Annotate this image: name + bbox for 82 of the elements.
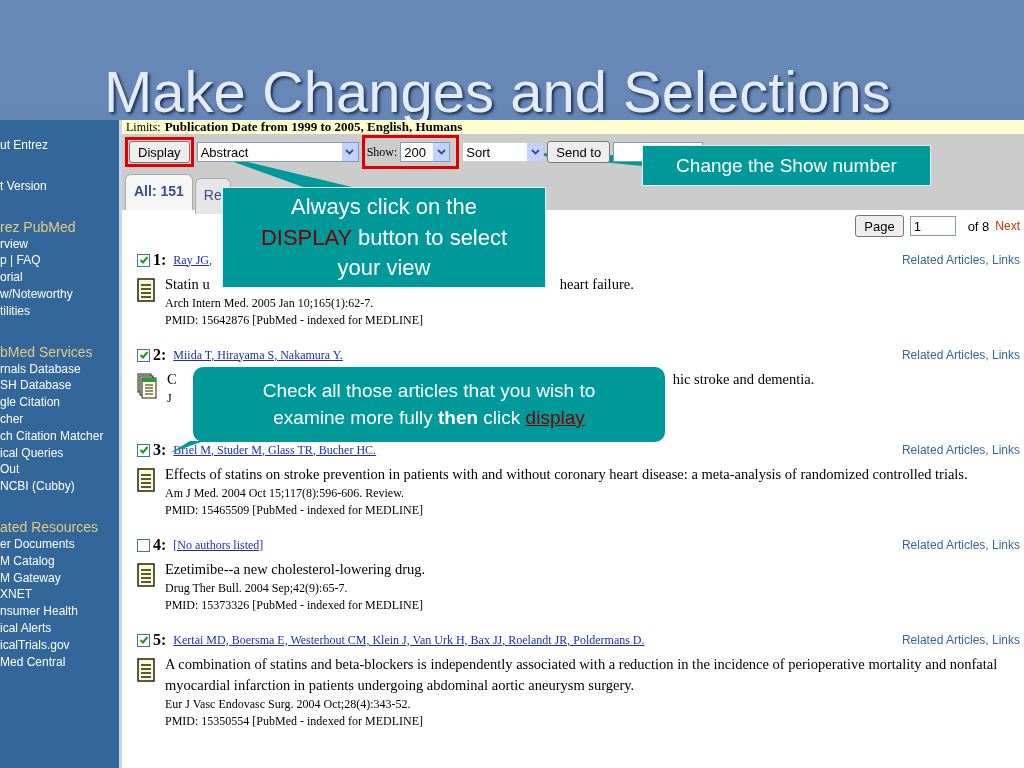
sidebar-link[interactable]: rnals Database: [0, 360, 119, 378]
journal-citation: Drug Ther Bull. 2004 Sep;42(9):65-7.: [165, 580, 348, 597]
related-articles-link[interactable]: Related Articles, Links: [901, 348, 1020, 362]
results-tab[interactable]: All: 151: [125, 174, 193, 210]
authors-link[interactable]: Ray JG,: [173, 252, 212, 268]
sidebar-link[interactable]: M Gateway: [0, 569, 119, 587]
page-count: of 8: [967, 218, 990, 234]
document-icon[interactable]: [137, 563, 155, 587]
sidebar-link[interactable]: ch Citation Matcher: [0, 427, 119, 445]
sort-dropdown[interactable]: Sort: [462, 142, 545, 162]
sidebar-link[interactable]: NCBI (Cubby): [0, 478, 119, 495]
show-dropdown[interactable]: 200: [400, 142, 451, 162]
authors-link[interactable]: Kertai MD, Boersma E, Westerhout CM, Klein J, Van Urk H, Bax JJ, Roelandt JR, Poldermans D.: [173, 632, 645, 648]
sidebar-link[interactable]: ical Queries: [0, 444, 119, 462]
journal-citation: Am J Med. 2004 Oct 15;117(8):596-606. Review.: [165, 485, 405, 502]
sidebar-link[interactable]: nsumer Health: [0, 603, 119, 620]
send-to-button[interactable]: Send to: [547, 141, 611, 163]
result-checkbox[interactable]: [137, 348, 150, 362]
article-title: Effects of statins on stroke prevention in patients with and without coronary heart disease: a meta-analysis of randomized controlled trials.: [165, 466, 968, 482]
sidebar-link[interactable]: gle Citation: [0, 394, 119, 411]
slide-title: Make Changes and Selections: [104, 62, 892, 122]
next-link[interactable]: Next: [995, 219, 1020, 233]
pmid-text: PMID: 15373326 [PubMed - indexed for MEDLINE]: [165, 597, 423, 614]
sidebar-link[interactable]: XNET: [0, 586, 119, 604]
result-number: 3:: [153, 441, 167, 459]
document-icon[interactable]: [137, 658, 155, 682]
sidebar-heading: bMed Services: [0, 343, 94, 361]
authors-link[interactable]: Miida T, Hirayama S, Nakamura Y.: [173, 347, 343, 363]
page-button[interactable]: Page: [855, 215, 904, 237]
format-dropdown[interactable]: Abstract: [196, 142, 359, 162]
related-articles-link[interactable]: Related Articles, Links: [901, 253, 1020, 267]
sidebar-link[interactable]: SH Database: [0, 377, 119, 395]
article-title: C: [167, 371, 177, 387]
limits-label: Limits:: [126, 119, 161, 135]
sidebar-link[interactable]: er Documents: [0, 535, 119, 553]
page-number-field[interactable]: 1: [909, 216, 956, 236]
article-title: Statin u: [165, 276, 210, 292]
pmid-text: PMID: 15465509 [PubMed - indexed for MEDLINE]: [165, 502, 423, 519]
sidebar-link[interactable]: icalTrials.gov: [0, 636, 119, 654]
result-checkbox[interactable]: [137, 253, 150, 267]
related-articles-link[interactable]: Related Articles, Links: [901, 633, 1020, 647]
result-checkbox[interactable]: [137, 443, 150, 457]
related-articles-link[interactable]: Related Articles, Links: [901, 443, 1020, 457]
sidebar-link[interactable]: Med Central: [0, 653, 119, 671]
result-number: 4:: [153, 536, 167, 554]
sidebar-link[interactable]: p | FAQ: [0, 252, 119, 270]
journal-citation: J: [167, 390, 172, 407]
article-title: hic stroke and dementia.: [672, 371, 815, 387]
sidebar-link[interactable]: ut Entrez: [0, 137, 119, 154]
result-checkbox[interactable]: [137, 633, 150, 647]
result-number: 5:: [153, 631, 167, 649]
article-title: heart failure.: [559, 276, 634, 292]
result-checkbox[interactable]: [137, 538, 150, 552]
sidebar-link[interactable]: cher: [0, 410, 119, 428]
sidebar-link[interactable]: orial: [0, 269, 119, 286]
sidebar-link[interactable]: t Version: [0, 177, 119, 195]
pmid-text: PMID: 15642876 [PubMed - indexed for MEDLINE]: [165, 312, 423, 329]
pmid-text: PMID: 15350554 [PubMed - indexed for MEDLINE]: [165, 713, 423, 730]
document-stack-icon[interactable]: [137, 373, 157, 399]
sidebar-link[interactable]: rview: [0, 235, 119, 253]
show-label: Show:: [366, 144, 398, 160]
display-button[interactable]: Display: [129, 141, 190, 163]
sidebar-link[interactable]: Out: [0, 461, 119, 479]
sidebar-link[interactable]: tilities: [0, 302, 119, 320]
sidebar-link[interactable]: ical Alerts: [0, 619, 119, 637]
limits-text: Publication Date from 1999 to 2005, English, Humans: [164, 119, 463, 135]
callout-box: Check all those articles that you wish to examine more fully then click display: [193, 367, 665, 442]
sidebar-link[interactable]: w/Noteworthy: [0, 286, 119, 303]
result-number: 2:: [153, 346, 167, 364]
journal-citation: Eur J Vasc Endovasc Surg. 2004 Oct;28(4):343-52.: [165, 696, 411, 713]
article-title: A combination of statins and beta-blockers is independently associated with a reduction in the incidence of perioperative mortality and nonfatal myocardial infarction in patients undergoing abdominal aortic aneurysm surgery.: [165, 656, 998, 693]
journal-citation: Arch Intern Med. 2005 Jan 10;165(1):62-7.: [165, 295, 374, 312]
document-icon[interactable]: [137, 278, 155, 302]
sidebar-heading: ated Resources: [0, 518, 100, 536]
sidebar-heading: rez PubMed: [0, 218, 77, 236]
authors-link[interactable]: [No authors listed]: [173, 537, 264, 553]
result-number: 1:: [153, 251, 167, 269]
callout-box: Change the Show number: [642, 145, 931, 186]
document-icon[interactable]: [137, 468, 155, 492]
related-articles-link[interactable]: Related Articles, Links: [901, 538, 1020, 552]
article-title: Ezetimibe--a new cholesterol-lowering drug.: [165, 561, 426, 577]
sidebar-link[interactable]: M Catalog: [0, 552, 119, 570]
